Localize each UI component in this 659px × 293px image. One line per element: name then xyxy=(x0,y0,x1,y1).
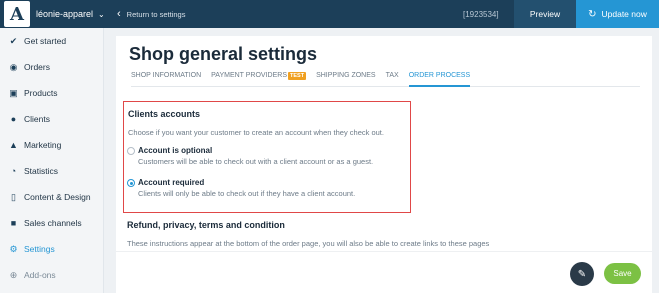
tab-shop-information[interactable]: SHOP INFORMATION xyxy=(131,72,201,86)
tab-payment-providers[interactable]: PAYMENT PROVIDERS TEST xyxy=(211,72,307,86)
preview-button[interactable]: Preview xyxy=(514,0,576,28)
save-label: Save xyxy=(613,269,632,278)
return-label: Return to settings xyxy=(126,9,186,19)
gear-icon: ⚙ xyxy=(9,243,18,254)
cart-icon: ▣ xyxy=(9,87,18,98)
test-badge: TEST xyxy=(288,72,307,80)
clients-accounts-title: Clients accounts xyxy=(128,109,201,119)
app-logo[interactable]: A xyxy=(4,1,30,27)
preview-label: Preview xyxy=(529,9,561,19)
refund-section-title: Refund, privacy, terms and condition xyxy=(127,220,285,230)
store-icon: ■ xyxy=(10,218,17,228)
sidebar-item-label: Orders xyxy=(24,62,50,72)
tab-label: ORDER PROCESS xyxy=(408,72,471,79)
sidebar-item-get-started[interactable]: ✔ Get started xyxy=(0,28,103,54)
check-circle-icon: ✔ xyxy=(9,35,18,46)
account-required-label: Account required xyxy=(138,178,205,187)
settings-tabs: SHOP INFORMATION PAYMENT PROVIDERS TEST … xyxy=(131,72,640,87)
tab-order-process[interactable]: ORDER PROCESS xyxy=(408,72,471,87)
refund-section-description: These instructions appear at the bottom … xyxy=(127,239,490,248)
order-id: [1923534] xyxy=(463,9,499,19)
sidebar-item-settings[interactable]: ⚙ Settings xyxy=(0,236,103,262)
sidebar-item-label: Get started xyxy=(24,36,67,46)
tab-tax[interactable]: TAX xyxy=(386,72,399,86)
sidebar: ✔ Get started ◉ Orders ▣ Products ● Clie… xyxy=(0,28,104,293)
dollar-circle-icon: ◉ xyxy=(9,61,18,72)
clients-accounts-description: Choose if you want your customer to crea… xyxy=(128,128,384,137)
plus-circle-icon: ⊕ xyxy=(9,269,18,280)
users-icon: ● xyxy=(10,114,17,124)
sidebar-item-clients[interactable]: ● Clients xyxy=(0,106,103,132)
sidebar-item-statistics[interactable]: ◔ Statistics xyxy=(0,158,103,184)
sidebar-item-label: Clients xyxy=(24,114,50,124)
tab-label: TAX xyxy=(385,72,399,79)
tab-shipping-zones[interactable]: SHIPPING ZONES xyxy=(316,72,376,86)
sidebar-item-label: Marketing xyxy=(24,140,62,150)
sidebar-item-products[interactable]: ▣ Products xyxy=(0,80,103,106)
sidebar-item-marketing[interactable]: ▲ Marketing xyxy=(0,132,103,158)
chat-icon: ✎ xyxy=(577,268,587,280)
update-label: Update now xyxy=(601,9,647,19)
sidebar-item-label: Add-ons xyxy=(24,270,56,280)
update-now-button[interactable]: ↻ Update now xyxy=(576,0,659,28)
chevron-left-icon: ‹ xyxy=(117,8,121,20)
sidebar-item-sales-channels[interactable]: ■ Sales channels xyxy=(0,210,103,236)
chat-help-button[interactable]: ✎ xyxy=(570,262,594,286)
tab-label: PAYMENT PROVIDERS xyxy=(211,72,287,79)
return-to-settings-link[interactable]: ‹ Return to settings xyxy=(117,0,185,28)
pie-chart-icon: ◔ xyxy=(10,166,17,176)
sidebar-item-label: Sales channels xyxy=(24,218,82,228)
account-required-description: Clients will only be able to check out i… xyxy=(138,189,356,198)
sidebar-item-label: Products xyxy=(24,88,58,98)
tab-label: SHIPPING ZONES xyxy=(316,72,376,79)
sidebar-item-add-ons[interactable]: ⊕ Add-ons xyxy=(0,262,103,288)
refresh-icon: ↻ xyxy=(588,8,597,20)
sidebar-item-content-design[interactable]: ▯ Content & Design xyxy=(0,184,103,210)
bell-icon: ▲ xyxy=(9,140,18,150)
account-optional-description: Customers will be able to check out with… xyxy=(138,157,374,166)
store-selector[interactable]: léonie-apparel ⌄ xyxy=(36,9,105,19)
account-optional-radio[interactable] xyxy=(127,147,135,155)
sidebar-item-label: Statistics xyxy=(24,166,59,176)
save-button[interactable]: Save xyxy=(604,263,641,284)
account-optional-label: Account is optional xyxy=(138,146,213,155)
tablet-icon: ▯ xyxy=(11,191,16,202)
page-title: Shop general settings xyxy=(129,44,318,64)
main-panel: Shop general settings SHOP INFORMATION P… xyxy=(116,36,652,293)
sidebar-item-label: Settings xyxy=(24,244,55,254)
tab-label: SHOP INFORMATION xyxy=(131,72,202,79)
sidebar-item-orders[interactable]: ◉ Orders xyxy=(0,54,103,80)
chevron-down-icon: ⌄ xyxy=(98,9,105,19)
sidebar-item-label: Content & Design xyxy=(24,192,91,202)
account-required-radio[interactable] xyxy=(127,179,135,187)
store-name: léonie-apparel xyxy=(36,9,94,19)
